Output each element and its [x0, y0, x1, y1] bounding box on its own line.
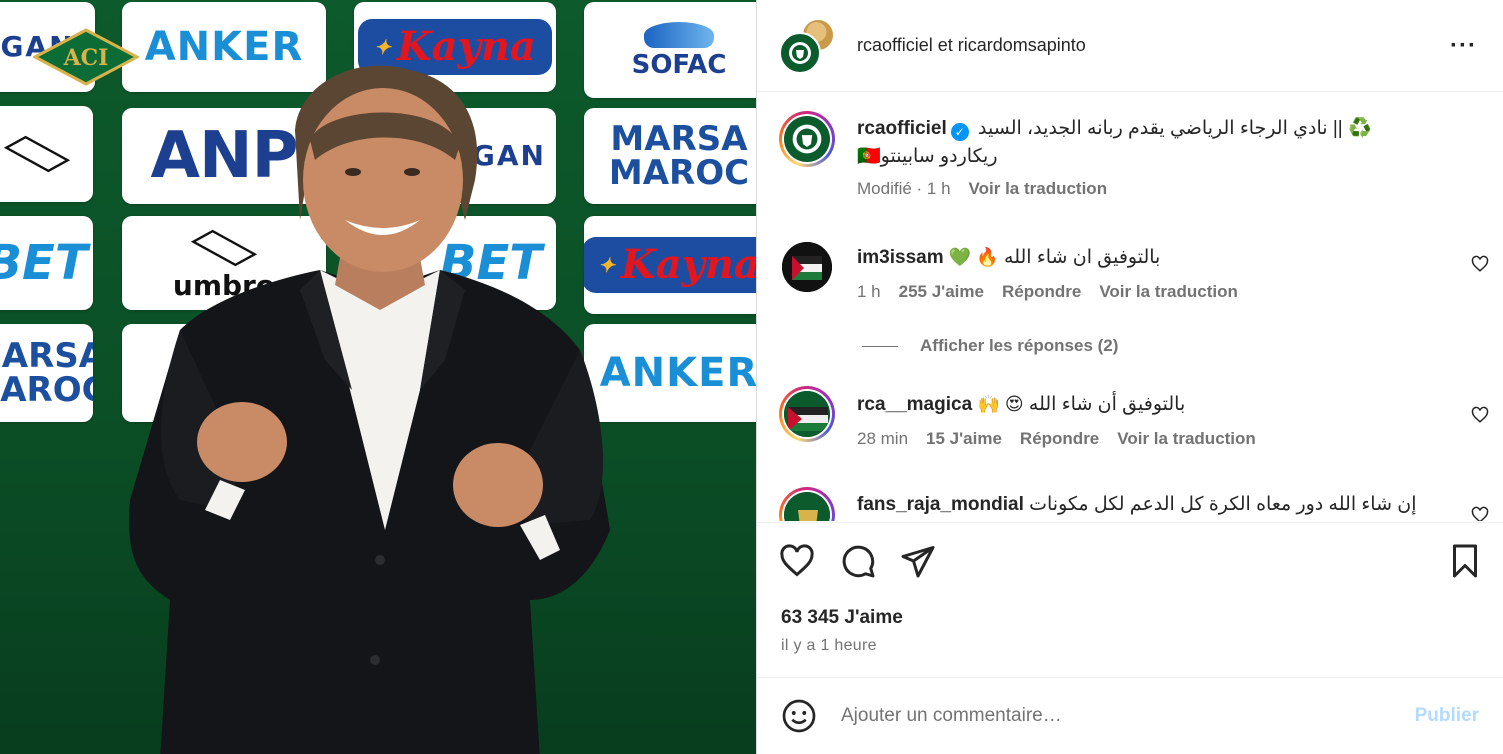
comment-text: إن شاء الله دور معاه الكرة كل الدعم لكل …: [1029, 494, 1417, 515]
coach-portrait: [120, 60, 640, 754]
comment-rca-magica: rca__magica 🙌 😍 بالتوفيق أن شاء الله 28 …: [779, 386, 1481, 449]
comment-avatar-ring[interactable]: [779, 487, 835, 521]
view-replies-label: Afficher les réponses (2): [920, 336, 1119, 355]
caption-text-1: ♻️ || نادي الرجاء الرياضي يقدم ربانه الج…: [978, 118, 1372, 139]
sponsor-bet-text: BET: [0, 235, 88, 291]
publish-button[interactable]: Publier: [1415, 705, 1479, 727]
post-photo[interactable]: GAN ANKER ✦ Kayna SOFAC ANP GAN MARSA MARO…: [0, 0, 756, 754]
replies-dash: [862, 345, 898, 347]
sponsor-umbro: [0, 106, 93, 202]
post-authors: rcaofficiel et ricardomsapinto: [857, 35, 1446, 56]
comment-emojis: 💚 🔥: [948, 247, 999, 267]
caption-line-2: ريكاردو سابينتو🇵🇹: [857, 143, 1481, 171]
comment-input[interactable]: [841, 705, 1415, 727]
comment-body: fans_raja_mondial إن شاء الله دور معاه ا…: [857, 487, 1481, 521]
comment-composer: Publier: [757, 677, 1503, 754]
comment-username[interactable]: im3issam: [857, 247, 944, 268]
caption-modified: Modifié · 1 h: [857, 179, 951, 198]
comment-time: 1 h: [857, 282, 881, 301]
view-replies-toggle[interactable]: Afficher les réponses (2): [862, 336, 1118, 356]
author-rcaofficiel-link[interactable]: rcaofficiel: [857, 35, 933, 55]
comment-bubble-icon[interactable]: [840, 543, 876, 579]
sponsor-maroc-2-text: MAROC: [0, 370, 93, 410]
comment-body: rca__magica 🙌 😍 بالتوفيق أن شاء الله 28 …: [857, 386, 1481, 449]
raja-crest-icon: [784, 116, 830, 162]
avatar-im3issam[interactable]: [782, 242, 832, 292]
comment-translate-link[interactable]: Voir la traduction: [1117, 429, 1256, 449]
comment-text: بالتوفيق ان شاء الله: [1004, 247, 1161, 268]
caption-username[interactable]: rcaofficiel: [857, 118, 947, 139]
sofac-swoosh-icon: [644, 22, 714, 48]
caption-body: rcaofficiel ✓ ♻️ || نادي الرجاء الرياضي ي…: [857, 111, 1481, 199]
sponsor-marsa-2-text: MARSA: [0, 336, 93, 376]
comment-like-heart-icon[interactable]: [1471, 255, 1489, 273]
more-options-icon[interactable]: ···: [1446, 30, 1481, 62]
raja-crest-icon: [781, 34, 819, 72]
coach-figure: [129, 65, 610, 754]
comment-likes-link[interactable]: 15 J'aime: [926, 429, 1002, 449]
author-ricardomsapinto-link[interactable]: ricardomsapinto: [958, 35, 1086, 55]
instagram-post-modal: GAN ANKER ✦ Kayna SOFAC ANP GAN MARSA MARO…: [0, 0, 1503, 754]
caption-line-1: rcaofficiel ✓ ♻️ || نادي الرجاء الرياضي ي…: [857, 115, 1481, 143]
save-bookmark-icon[interactable]: [1447, 543, 1483, 579]
comment-like-heart-icon[interactable]: [1471, 406, 1489, 424]
post-details-panel: rcaofficiel et ricardomsapinto ··· rcaof…: [756, 0, 1503, 754]
post-timestamp: il y a 1 heure: [781, 637, 877, 654]
comment-avatar-ring[interactable]: [779, 386, 835, 442]
like-heart-icon[interactable]: [779, 543, 815, 579]
comment-username[interactable]: rca__magica: [857, 394, 972, 415]
author-connector: et: [937, 35, 953, 55]
post-like-count[interactable]: 63 345 J'aime: [781, 607, 903, 629]
post-header: rcaofficiel et ricardomsapinto ···: [757, 0, 1503, 92]
emoji-picker-icon[interactable]: [781, 698, 817, 734]
caption-text-2: ريكاردو سابينتو🇵🇹: [857, 146, 998, 167]
comment-text: بالتوفيق أن شاء الله: [1028, 394, 1186, 415]
wheat-icon: ✦: [374, 35, 391, 59]
comment-line: im3issam 💚 🔥 بالتوفيق ان شاء الله: [857, 243, 1481, 272]
sponsor-sofac-text: SOFAC: [631, 50, 727, 80]
sponsor-kayna-2-text: Kayna: [620, 241, 756, 288]
comment-line: fans_raja_mondial إن شاء الله دور معاه ا…: [857, 491, 1481, 519]
aci-logo-text: ACI: [63, 45, 109, 71]
comment-reply-link[interactable]: Répondre: [1020, 429, 1099, 449]
post-actions: 63 345 J'aime il y a 1 heure: [757, 522, 1503, 677]
comment-likes-link[interactable]: 255 J'aime: [899, 282, 984, 302]
sponsor-marsa-maroc-2: MARSAMAROC: [0, 324, 93, 422]
avatar-rcaofficiel: [784, 116, 830, 162]
umbro-diamond-icon: [3, 135, 70, 173]
comment-emojis: 🙌 😍: [977, 394, 1024, 414]
collab-avatars[interactable]: [779, 17, 835, 74]
comment-im3issam: im3issam 💚 🔥 بالتوفيق ان شاء الله 1 h 25…: [779, 239, 1481, 302]
comment-line: rca__magica 🙌 😍 بالتوفيق أن شاء الله: [857, 390, 1481, 419]
comment-reply-link[interactable]: Répondre: [1002, 282, 1081, 302]
caption-translate-link[interactable]: Voir la traduction: [969, 179, 1108, 199]
caption-avatar-ring[interactable]: [779, 111, 835, 167]
avatar-rcaofficiel[interactable]: [779, 31, 821, 74]
caption-meta: Modifié · 1 h Voir la traduction: [857, 179, 1481, 199]
comment-meta: 28 min 15 J'aime Répondre Voir la traduc…: [857, 429, 1481, 449]
sponsor-bet: BET: [0, 216, 93, 310]
comment-meta: 1 h 255 J'aime Répondre Voir la traducti…: [857, 282, 1481, 302]
avatar-fans-raja-mondial: [784, 492, 830, 521]
comments-scroll[interactable]: rcaofficiel ✓ ♻️ || نادي الرجاء الرياضي ي…: [757, 93, 1503, 521]
comment-username[interactable]: fans_raja_mondial: [857, 494, 1024, 515]
caption-entry: rcaofficiel ✓ ♻️ || نادي الرجاء الرياضي ي…: [779, 111, 1481, 199]
comment-translate-link[interactable]: Voir la traduction: [1099, 282, 1238, 302]
comment-time: 28 min: [857, 429, 909, 448]
verified-badge-icon: ✓: [950, 123, 969, 141]
comment-body: im3issam 💚 🔥 بالتوفيق ان شاء الله 1 h 25…: [857, 239, 1481, 302]
comment-fans-raja-mondial: fans_raja_mondial إن شاء الله دور معاه ا…: [779, 487, 1481, 521]
avatar-rca-magica: [784, 391, 830, 437]
comment-like-heart-icon[interactable]: [1471, 506, 1489, 521]
share-paper-plane-icon[interactable]: [900, 543, 936, 579]
